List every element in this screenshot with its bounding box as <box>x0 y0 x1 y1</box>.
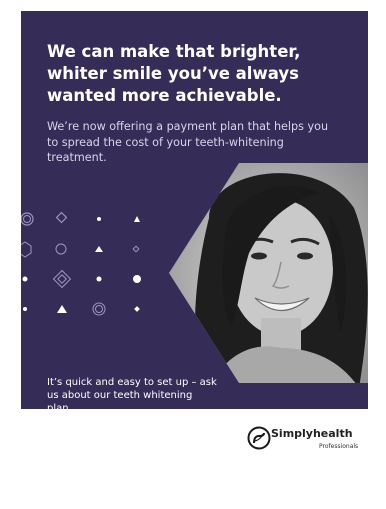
call-to-action-text: It’s quick and easy to set up – ask us a… <box>47 377 217 409</box>
brand-name: Simplyhealth <box>271 427 353 440</box>
headline: We can make that brighter, whiter smile … <box>47 42 301 105</box>
poster-panel: We can make that brighter, whiter smile … <box>21 11 368 409</box>
brand-tagline: Professionals <box>319 443 359 450</box>
decorative-shapes <box>21 211 141 316</box>
woman-smiling-photo <box>169 163 368 383</box>
